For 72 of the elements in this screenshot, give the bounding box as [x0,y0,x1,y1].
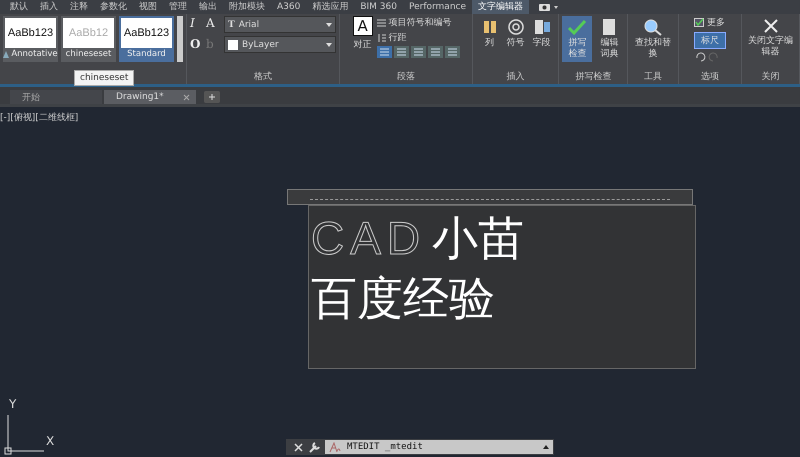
ribbon-tab[interactable]: 文字编辑器 [472,0,530,14]
panel-label[interactable]: 拼写检查 [575,70,612,83]
insert-button[interactable]: 字段 [530,16,554,51]
panel-label[interactable]: 段落 [397,70,416,83]
text-ruler[interactable] [287,189,693,205]
caret-icon [326,22,332,26]
edit-dictionary-button[interactable]: 编辑词典 [594,16,624,62]
book-icon [601,18,618,36]
insert-button[interactable]: 符号 [504,16,528,51]
ribbon-tab[interactable]: 精选应用 [306,0,354,14]
spell-check-button[interactable]: 拼写检查 [562,16,592,62]
format-tool[interactable]: A [206,16,218,32]
add-tab-icon[interactable] [204,91,220,103]
align-icon[interactable] [428,46,443,58]
align-icon[interactable] [444,46,460,58]
text-editor-box[interactable]: CAD 小苗 百度经验 [308,205,696,369]
search-icon [643,18,664,36]
scrollbar[interactable] [177,16,183,62]
ribbon-tab[interactable]: 默认 [4,0,34,14]
text-style-swatch[interactable]: AaBb12 chineseset [61,16,116,62]
ribbon-tab[interactable]: 参数化 [94,0,133,14]
line-spacing-icon [376,34,386,42]
bullets-dropdown[interactable]: 项目符号和编号 [388,16,452,29]
ribbon-tab[interactable]: A360 [271,0,306,14]
format-tool[interactable]: O [190,36,202,53]
ribbon-tab[interactable]: 插入 [34,0,64,14]
document-tab[interactable]: 开始 [10,90,102,104]
ribbon-tab[interactable]: BIM 360 [354,0,403,14]
caret-icon[interactable] [543,445,549,449]
ribbon-tab[interactable]: Performance [402,0,472,14]
format-tool[interactable]: I [190,16,202,32]
axis-label: Y [9,397,16,411]
close-editor-button[interactable]: 关闭文字编辑器 [746,16,796,60]
close-icon [762,18,779,34]
ribbon-tab[interactable]: 管理 [163,0,193,14]
ribbon-tab[interactable]: 注释 [64,0,94,14]
line-spacing-dropdown[interactable]: 行距 [388,31,407,44]
field-icon [532,18,551,36]
panel-label: 插入 [506,70,525,83]
ribbon-tab[interactable]: 输出 [193,0,223,14]
text-style-swatch[interactable]: AaBb123 Annotative [3,16,58,62]
document-tab[interactable]: Drawing1* [104,90,196,104]
camera-icon[interactable] [537,2,560,12]
text-style-swatch[interactable]: AaBb123 Standard [119,16,174,62]
wrench-icon[interactable] [307,440,321,454]
ruler-button[interactable]: 标尺 [694,32,726,49]
more-dropdown[interactable]: 更多 [706,16,725,29]
panel-label: 关闭 [762,70,780,83]
find-replace-button[interactable]: 查找和替换 [633,16,674,62]
caret-icon [326,42,332,46]
text-line: 百度经验 [311,270,496,327]
font-dropdown[interactable]: T Arial [224,16,336,33]
align-icon[interactable] [410,46,426,58]
list-icon [376,18,386,26]
panel-label[interactable]: 格式 [254,70,272,83]
tooltip: chineseset [74,70,134,86]
insert-button[interactable]: 列 [478,16,502,51]
ribbon-tab[interactable]: 附加模块 [223,0,271,14]
panel-label: 选项 [700,70,719,83]
text-line: CAD 小苗 [311,210,526,267]
justify-button[interactable]: A 对正 [352,16,373,58]
color-swatch [228,40,238,50]
align-icon[interactable] [376,46,392,58]
panel-label[interactable]: 工具 [644,70,662,83]
ring-icon [506,18,525,36]
axis-label: X [46,434,54,448]
align-icon[interactable] [394,46,409,58]
checkmark-icon [566,18,588,36]
checkbox-icon [694,18,704,27]
viewport-label[interactable]: [-][俯视][二维线框] [0,111,78,124]
layer-dropdown[interactable]: ByLayer [224,36,336,53]
ribbon-tab[interactable]: 视图 [133,0,163,14]
